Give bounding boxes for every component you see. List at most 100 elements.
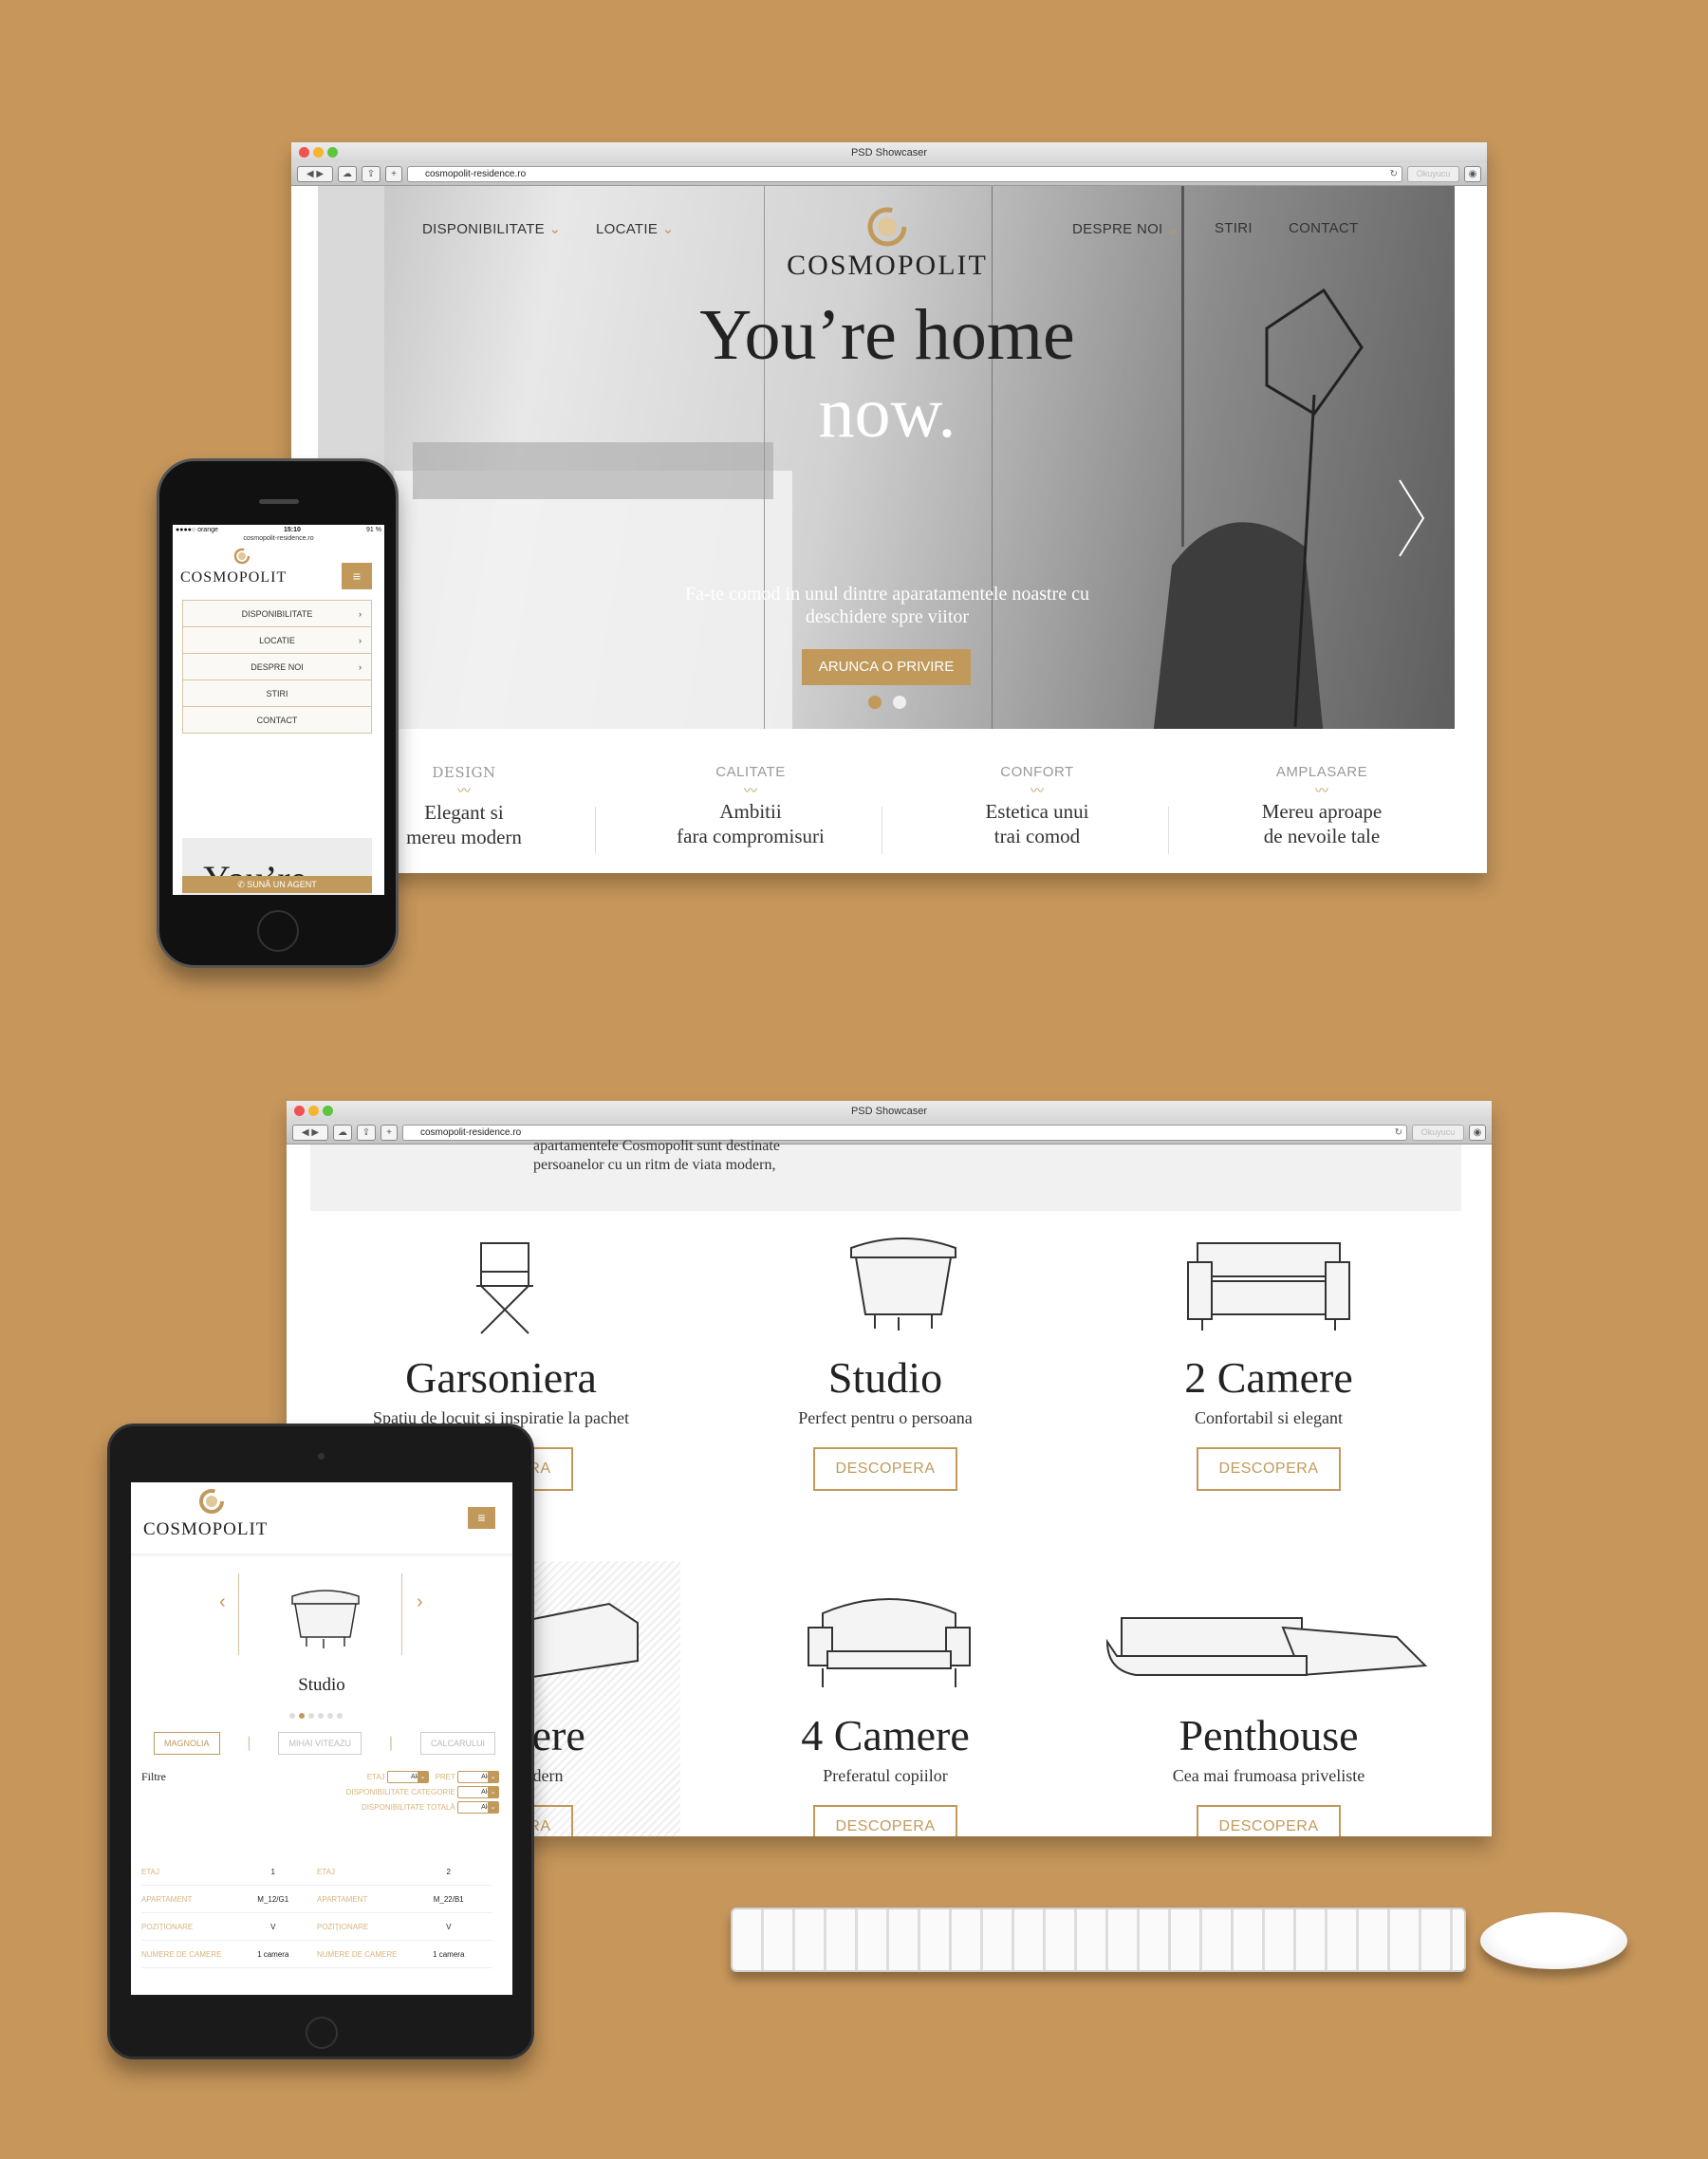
title-bar: PSD Showcaser xyxy=(291,142,1487,163)
chevron-right-icon: › xyxy=(359,662,362,672)
mouse xyxy=(1480,1912,1627,1969)
logo[interactable]: COSMOPOLIT xyxy=(764,207,1011,282)
nav-disponibilitate[interactable]: DISPONIBILITATE ⌄ xyxy=(422,220,561,237)
category-select[interactable]: Alege xyxy=(457,1786,499,1799)
filters: ETAJ Alege PRET Alege DISPONIBILITATE CA… xyxy=(346,1770,499,1815)
home-button[interactable] xyxy=(257,910,299,952)
ipad-mockup: COSMOPOLIT ≡ ‹ › Studio MAGNOLIA | MIHAI … xyxy=(107,1424,534,2059)
phone-screen: ●●●●○ orange 15:10 91 % cosmopolit-residen… xyxy=(173,525,384,895)
back-forward-button[interactable]: ◀ ▶ xyxy=(292,1125,328,1141)
zoom-window-button[interactable] xyxy=(327,147,338,158)
phone-menu: DISPONIBILITATE › LOCATIE › DESPRE NOI › ST… xyxy=(182,600,372,734)
slide-dot-1[interactable] xyxy=(868,696,882,709)
address-bar[interactable]: cosmopolit-residence.ro ↻ xyxy=(407,166,1402,182)
close-window-button[interactable] xyxy=(299,147,309,158)
hero-section: DISPONIBILITATE ⌄ LOCATIE ⌄ DESPRE NOI ⌄… xyxy=(318,186,1455,729)
share-icon[interactable]: ⇪ xyxy=(357,1125,376,1141)
hamburger-menu-button[interactable]: ≡ xyxy=(342,563,372,589)
director-chair-icon xyxy=(476,1242,533,1334)
slide-dot-2[interactable] xyxy=(893,696,906,709)
chevron-right-icon: › xyxy=(359,609,362,619)
discover-button[interactable]: DESCOPERA xyxy=(812,1447,958,1491)
slide-dot-active[interactable] xyxy=(299,1713,305,1719)
divider xyxy=(238,1573,239,1655)
phone-icon: ✆ xyxy=(237,880,245,889)
discover-button[interactable]: DESCOPERA xyxy=(812,1805,958,1836)
swash-icon: 〰 xyxy=(744,783,757,798)
discover-button[interactable]: DESCOPERA xyxy=(1196,1805,1342,1836)
tablet-screen: COSMOPOLIT ≡ ‹ › Studio MAGNOLIA | MIHAI … xyxy=(131,1482,512,1995)
card-penthouse: Penthouse Cea mai frumoasa priveliste DESC… xyxy=(1079,1710,1458,1836)
tab-mihai-viteazu[interactable]: MIHAI VITEAZU xyxy=(278,1732,362,1755)
browser-toolbar: ◀ ▶ ☁ ⇪ + cosmopolit-residence.ro ↻ Okuyu… xyxy=(287,1122,1492,1145)
menu-item-disponibilitate[interactable]: DISPONIBILITATE › xyxy=(183,601,371,627)
cloud-icon[interactable]: ☁ xyxy=(333,1125,352,1141)
zoom-window-button[interactable] xyxy=(323,1106,333,1116)
header-divider xyxy=(131,1554,512,1557)
hamburger-menu-button[interactable]: ≡ xyxy=(468,1507,495,1529)
slider-dots xyxy=(289,1713,343,1719)
menu-item-stiri[interactable]: STIRI xyxy=(183,680,371,707)
hero-subtitle: Fa-te comod in unul dintre aparatamentel… xyxy=(685,584,1089,627)
tab-calcarului[interactable]: CALCARULUI xyxy=(419,1732,495,1755)
back-forward-button[interactable]: ◀ ▶ xyxy=(297,166,333,182)
nav-contact[interactable]: CONTACT xyxy=(1289,220,1358,236)
iphone-mockup: ●●●●○ orange 15:10 91 % cosmopolit-residen… xyxy=(157,458,399,968)
keyboard xyxy=(731,1908,1466,1972)
home-button[interactable] xyxy=(306,2017,338,2049)
reader-button[interactable]: Okuyucu xyxy=(1407,166,1459,182)
menu-item-despre-noi[interactable]: DESPRE NOI › xyxy=(183,654,371,680)
slide-dot[interactable] xyxy=(337,1713,343,1719)
tufted-sofa-icon xyxy=(808,1598,971,1687)
call-agent-button[interactable]: ✆ SUNĂ UN AGENT xyxy=(182,876,372,893)
pret-select[interactable]: Alege xyxy=(457,1771,499,1784)
armchair-icon xyxy=(850,1238,956,1331)
window-title: PSD Showcaser xyxy=(850,147,928,158)
hero-cta-button[interactable]: ARUNCA O PRIVIRE xyxy=(802,649,971,685)
browser-window-home: PSD Showcaser ◀ ▶ ☁ ⇪ + cosmopolit-resid… xyxy=(291,142,1487,873)
swash-icon: 〰 xyxy=(1030,783,1044,798)
globe-logo-icon xyxy=(199,1489,224,1514)
slide-dot[interactable] xyxy=(327,1713,333,1719)
apartments-table: ETAJ 1 ETAJ 2 APARTAMENT M_12/G1 APARTAMENT M_… xyxy=(141,1858,492,1968)
hero-next-arrow[interactable] xyxy=(1390,471,1428,566)
next-slide-arrow[interactable]: › xyxy=(417,1591,423,1613)
divider xyxy=(401,1573,402,1655)
table-row: NUMERE DE CAMERE 1 camera NUMERE DE CAMERE… xyxy=(141,1941,492,1968)
minimize-window-button[interactable] xyxy=(308,1106,319,1116)
intro-text: apartamentele Cosmopolit sunt destinate … xyxy=(533,1138,780,1173)
slide-dot[interactable] xyxy=(308,1713,314,1719)
tab-magnolia[interactable]: MAGNOLIA xyxy=(154,1732,220,1755)
filters-title: Filtre xyxy=(141,1770,166,1783)
menu-item-locatie[interactable]: LOCATIE › xyxy=(183,627,371,654)
tablet-logo[interactable]: COSMOPOLIT xyxy=(143,1488,268,1540)
menu-item-contact[interactable]: CONTACT xyxy=(183,707,371,734)
armchair-icon xyxy=(291,1590,360,1648)
cloud-icon[interactable]: ☁ xyxy=(338,166,357,182)
share-icon[interactable]: ⇪ xyxy=(362,166,381,182)
minimize-window-button[interactable] xyxy=(313,147,324,158)
nav-locatie[interactable]: LOCATIE ⌄ xyxy=(596,220,675,237)
slider-dots xyxy=(868,696,906,709)
total-select[interactable]: Alege xyxy=(457,1801,499,1815)
feature-confort: CONFORT 〰 Estetica unui trai comod xyxy=(895,764,1179,848)
prev-slide-arrow[interactable]: ‹ xyxy=(219,1591,226,1613)
reload-icon[interactable]: ↻ xyxy=(1395,1126,1402,1140)
nav-despre-noi[interactable]: DESPRE NOI ⌄ xyxy=(1072,220,1179,237)
slide-dot[interactable] xyxy=(289,1713,295,1719)
downloads-icon[interactable]: ◉ xyxy=(1464,166,1481,182)
reader-button[interactable]: Okuyucu xyxy=(1412,1125,1464,1141)
new-tab-button[interactable]: + xyxy=(381,1125,398,1141)
phone-url[interactable]: cosmopolit-residence.ro xyxy=(173,535,384,542)
close-window-button[interactable] xyxy=(294,1106,305,1116)
downloads-icon[interactable]: ◉ xyxy=(1469,1125,1486,1141)
new-tab-button[interactable]: + xyxy=(385,166,402,182)
reload-icon[interactable]: ↻ xyxy=(1390,167,1398,181)
etaj-select[interactable]: Alege xyxy=(386,1771,429,1784)
nav-stiri[interactable]: STIRI xyxy=(1215,220,1253,236)
card-2-camere: 2 Camere Confortabil si elegant DESCOPERA xyxy=(1079,1352,1458,1491)
phone-logo[interactable]: COSMOPOLIT xyxy=(180,548,304,586)
table-row: APARTAMENT M_12/G1 APARTAMENT M_22/B1 xyxy=(141,1886,492,1913)
slide-dot[interactable] xyxy=(318,1713,324,1719)
discover-button[interactable]: DESCOPERA xyxy=(1196,1447,1342,1491)
